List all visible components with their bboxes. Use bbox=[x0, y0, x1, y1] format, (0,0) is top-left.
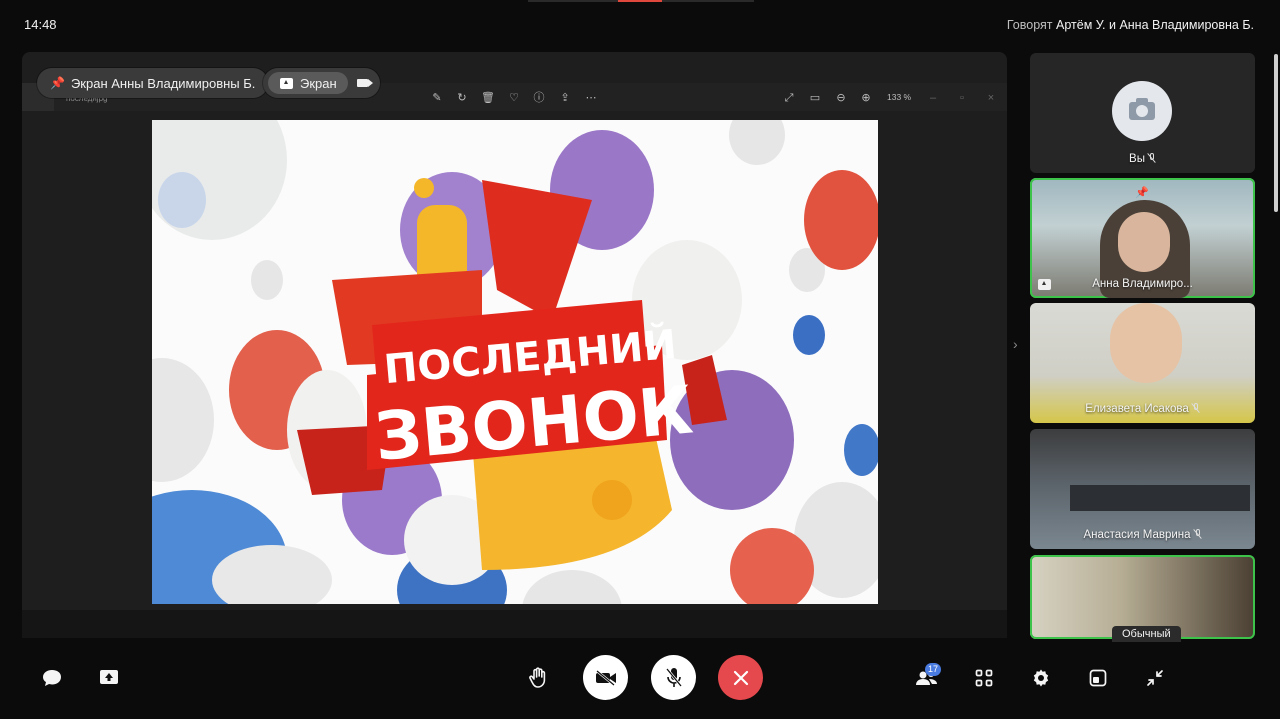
grid-icon bbox=[975, 669, 993, 687]
fullscreen-icon: ⤢ bbox=[784, 92, 794, 104]
share-screen-icon bbox=[100, 670, 118, 684]
participant-tile[interactable]: Анастасия Маврина bbox=[1030, 429, 1255, 549]
maximize-icon: ▫ bbox=[960, 92, 964, 104]
delete-icon: 🗑 bbox=[481, 92, 495, 104]
microphone-toggle-button[interactable] bbox=[651, 655, 696, 700]
participant-tile-self[interactable]: Вы bbox=[1030, 53, 1255, 173]
share-icon: ⇪ bbox=[560, 92, 570, 104]
participant-tile[interactable]: 📌 Анна Владимиро... bbox=[1030, 178, 1255, 298]
video-camera-icon[interactable] bbox=[356, 79, 373, 87]
participant-name: Анастасия Маврина bbox=[1030, 529, 1255, 541]
speaking-prefix: Говорят bbox=[1006, 18, 1053, 32]
participant-name: Анна Владимиро... bbox=[1092, 278, 1193, 290]
close-icon bbox=[733, 670, 748, 685]
zoom-level: 133 % bbox=[887, 92, 912, 102]
mic-muted-icon bbox=[1148, 153, 1156, 163]
favorite-icon: ♡ bbox=[509, 92, 519, 104]
minimize-icon: – bbox=[929, 92, 937, 104]
share-screen-button[interactable] bbox=[93, 662, 125, 694]
zoom-in-icon: ⊕ bbox=[861, 92, 871, 104]
shared-slide-image: ПОСЛЕДНИЙ ЗВОНОК bbox=[152, 120, 878, 604]
layout-grid-button[interactable] bbox=[968, 662, 1000, 694]
participant-video bbox=[1070, 485, 1250, 511]
raise-hand-button[interactable] bbox=[523, 662, 555, 694]
exit-fullscreen-button[interactable] bbox=[1139, 662, 1171, 694]
screen-tab-label: Экран bbox=[300, 75, 337, 91]
pin-icon: 📌 bbox=[1135, 187, 1149, 199]
mic-muted-icon bbox=[1192, 403, 1200, 413]
view-mode-tooltip: Обычный bbox=[1112, 626, 1181, 642]
mic-off-icon bbox=[665, 667, 682, 687]
camera-toggle-button[interactable] bbox=[583, 655, 628, 700]
rotate-icon: ↻ bbox=[457, 92, 467, 104]
more-icon: ⋯ bbox=[585, 92, 597, 104]
camera-off-avatar-icon bbox=[1112, 81, 1172, 141]
chat-button[interactable] bbox=[36, 662, 68, 694]
screen-share-icon bbox=[280, 77, 293, 89]
fit-icon: ▭ bbox=[809, 92, 821, 104]
participant-tile[interactable]: Елизавета Исакова bbox=[1030, 303, 1255, 423]
clock: 14:48 bbox=[24, 17, 57, 32]
speaking-indicator: Говорят Артём У. и Анна Владимировна Б. bbox=[1007, 18, 1254, 32]
participant-name: Вы bbox=[1030, 153, 1255, 165]
viewer-bottom-bar bbox=[22, 610, 1007, 638]
participants-scrollbar[interactable] bbox=[1274, 54, 1278, 212]
screen-video-switch[interactable]: Экран bbox=[263, 68, 380, 98]
edit-icon: ✎ bbox=[432, 92, 442, 104]
top-indicator bbox=[528, 0, 754, 2]
zoom-out-icon: ⊖ bbox=[836, 92, 846, 104]
picture-in-picture-button[interactable] bbox=[1082, 662, 1114, 694]
participants-count-badge: 17 bbox=[925, 663, 941, 676]
pinned-screen-label: Экран Анны Владимировны Б. bbox=[70, 75, 256, 91]
participant-name: Елизавета Исакова bbox=[1030, 403, 1255, 415]
pin-icon: 📌 bbox=[50, 76, 65, 90]
raise-hand-icon bbox=[529, 667, 546, 688]
info-icon: ⓘ bbox=[533, 92, 545, 104]
pip-icon bbox=[1089, 669, 1107, 687]
chat-icon bbox=[43, 670, 61, 686]
minimize-arrows-icon bbox=[1147, 670, 1163, 686]
speaking-names: Артём У. и Анна Владимировна Б. bbox=[1056, 18, 1254, 32]
screen-tab[interactable]: Экран bbox=[268, 72, 348, 94]
mic-muted-icon bbox=[1194, 529, 1202, 539]
gear-icon bbox=[1033, 669, 1049, 687]
close-icon: × bbox=[987, 92, 995, 104]
participant-video bbox=[1110, 303, 1182, 383]
camera-off-icon bbox=[595, 669, 616, 686]
settings-button[interactable] bbox=[1025, 662, 1057, 694]
last-bell-illustration: ПОСЛЕДНИЙ ЗВОНОК bbox=[152, 120, 878, 604]
collapse-sidebar-chevron-icon[interactable]: › bbox=[1013, 336, 1018, 352]
pinned-screen-pill[interactable]: 📌 Экран Анны Владимировны Б. bbox=[37, 68, 269, 98]
end-call-button[interactable] bbox=[718, 655, 763, 700]
